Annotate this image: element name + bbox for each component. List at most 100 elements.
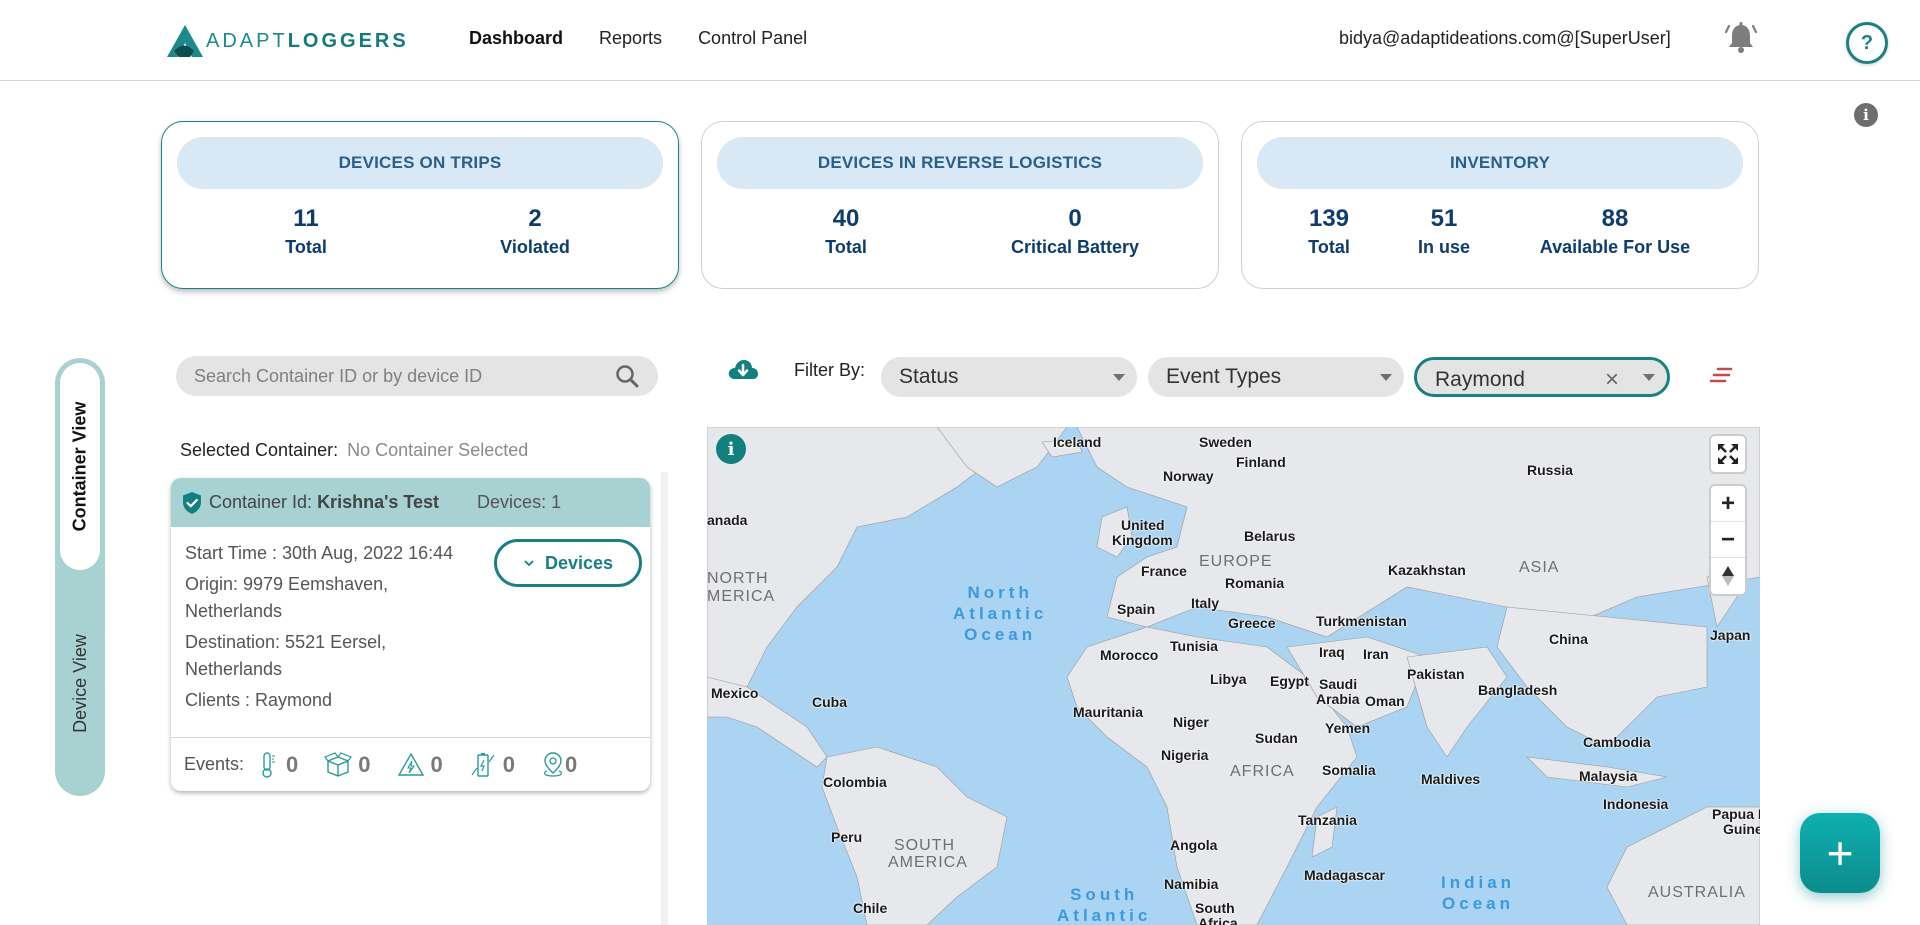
stat-value: 2: [528, 205, 542, 232]
user-identity[interactable]: bidya@adaptideations.com@[SuperUser]: [1339, 28, 1671, 49]
stat-value: 88: [1601, 205, 1629, 232]
tab-label: Container View: [69, 401, 90, 532]
clients: Clients : Raymond: [185, 690, 333, 710]
map-label: Madagascar: [1304, 867, 1385, 883]
selected-container-label: Selected Container:: [180, 440, 339, 460]
caret-down-icon: [1380, 374, 1392, 381]
zoom-in-button[interactable]: +: [1711, 486, 1745, 522]
container-list-scrollbar[interactable]: [661, 472, 668, 925]
map-label: Kingdom: [1112, 532, 1173, 548]
map-label: Maldives: [1421, 771, 1481, 787]
event-types-filter-select[interactable]: Event Types: [1148, 357, 1404, 397]
stat-critical-battery: 0 Critical Battery: [1011, 204, 1139, 260]
event-box-open[interactable]: 0: [324, 751, 384, 779]
events-label: Events:: [184, 754, 245, 774]
stat-total: 139 Total: [1308, 204, 1350, 260]
map-label: Colombia: [823, 774, 887, 790]
map-continent-label: AFRICA: [1230, 763, 1295, 780]
help-button[interactable]: ?: [1846, 22, 1888, 64]
stat-total: 11 Total: [285, 204, 327, 260]
destination: Destination: 5521 Eersel, Netherlands: [185, 632, 387, 679]
map-label: Guine: [1723, 821, 1760, 837]
event-temperature[interactable]: 0: [256, 751, 312, 779]
map-label: Somalia: [1322, 762, 1376, 778]
add-button[interactable]: +: [1800, 813, 1880, 893]
event-count: 0: [286, 751, 299, 777]
start-time: Start Time : 30th Aug, 2022 16:44: [185, 543, 454, 563]
map-label: Finland: [1236, 454, 1286, 470]
map-label: Morocco: [1100, 647, 1159, 663]
container-card[interactable]: Container Id: Krishna's Test Devices: 1 …: [171, 478, 650, 791]
fullscreen-icon: [1711, 436, 1745, 472]
select-value: Status: [899, 365, 959, 388]
map-label: Tunisia: [1170, 638, 1218, 654]
event-count: 0: [430, 751, 443, 777]
map-label: Iraq: [1319, 644, 1345, 660]
select-value: Event Types: [1166, 365, 1282, 388]
devices-on-trips-card[interactable]: DEVICES ON TRIPS 11 Total 2 Violated: [161, 121, 679, 289]
notification-bell-icon[interactable]: [1723, 20, 1759, 56]
status-filter-select[interactable]: Status: [881, 357, 1137, 397]
map-label: Romania: [1225, 575, 1285, 591]
map-label: Chile: [853, 900, 888, 916]
page-info-icon[interactable]: i: [1854, 103, 1878, 127]
nav-control-panel[interactable]: Control Panel: [698, 28, 807, 49]
select-value: Raymond: [1435, 368, 1525, 391]
caret-down-icon: [1113, 374, 1125, 381]
location-pin-icon: [543, 751, 563, 777]
map-label: Bangladesh: [1478, 682, 1558, 698]
reverse-logistics-card[interactable]: DEVICES IN REVERSE LOGISTICS 40 Total 0 …: [701, 121, 1219, 289]
logo-text: ADAPTLOGGERS: [206, 29, 409, 52]
client-filter-select[interactable]: Raymond ×: [1414, 357, 1670, 397]
shield-check-icon: [183, 491, 201, 514]
map-label: Cambodia: [1583, 734, 1651, 750]
container-search: [176, 356, 658, 396]
selected-container: Selected Container: No Container Selecte…: [180, 440, 528, 461]
stat-value: 0: [1068, 205, 1082, 232]
map-info-icon[interactable]: i: [716, 434, 746, 464]
clear-icon[interactable]: ×: [1605, 366, 1619, 394]
stat-label: Critical Battery: [1010, 237, 1140, 257]
map-label: Indonesia: [1603, 796, 1669, 812]
logo-mark-icon: [167, 25, 203, 57]
device-view-tab[interactable]: Device View: [60, 583, 100, 783]
stat-total: 40 Total: [825, 204, 867, 260]
map-label: Mexico: [711, 685, 759, 701]
fullscreen-button[interactable]: [1709, 434, 1747, 474]
sort-lines-icon[interactable]: [1709, 367, 1733, 383]
chevron-down-icon: [524, 560, 534, 567]
event-location[interactable]: 0: [541, 751, 591, 779]
map-label: Turkmenistan: [1316, 613, 1407, 629]
compass-icon: [1722, 566, 1734, 586]
event-shock[interactable]: 0: [397, 751, 457, 779]
top-header: ADAPTLOGGERS Dashboard Reports Control P…: [0, 0, 1920, 81]
filter-by-label: Filter By:: [794, 360, 866, 380]
devices-dropdown-button[interactable]: Devices: [494, 539, 642, 587]
stat-value: 51: [1430, 205, 1458, 232]
event-battery[interactable]: 0: [469, 751, 529, 779]
container-id-value: Krishna's Test: [317, 492, 440, 512]
app-logo[interactable]: ADAPTLOGGERS: [166, 24, 409, 58]
inventory-card[interactable]: INVENTORY 139 Total 51 In use 88 Availab…: [1241, 121, 1759, 289]
compass-reset-button[interactable]: [1711, 558, 1745, 594]
event-count: 0: [358, 751, 371, 777]
map-label: Pakistan: [1407, 666, 1465, 682]
map-label: Kazakhstan: [1388, 562, 1466, 578]
zoom-out-button[interactable]: −: [1711, 522, 1745, 558]
map-label: Mauritania: [1073, 704, 1144, 720]
stat-label: Available For Use: [1539, 237, 1691, 257]
download-cloud-icon[interactable]: [727, 357, 759, 383]
container-id-label: Container Id:: [209, 492, 313, 512]
map-label: Russia: [1527, 462, 1573, 478]
search-icon[interactable]: [614, 363, 640, 389]
map-label: Angola: [1170, 837, 1218, 853]
world-map[interactable]: i Iceland Sweden Finland Norway Russia a…: [707, 427, 1760, 925]
map-label: Peru: [831, 829, 863, 845]
container-view-tab[interactable]: Container View: [60, 363, 100, 570]
map-label: Malaysia: [1579, 768, 1638, 784]
nav-reports[interactable]: Reports: [599, 28, 662, 49]
search-input[interactable]: [194, 365, 614, 387]
map-label: Saudi: [1319, 676, 1358, 692]
nav-dashboard[interactable]: Dashboard: [469, 28, 563, 49]
stat-label: Violated: [500, 237, 570, 257]
